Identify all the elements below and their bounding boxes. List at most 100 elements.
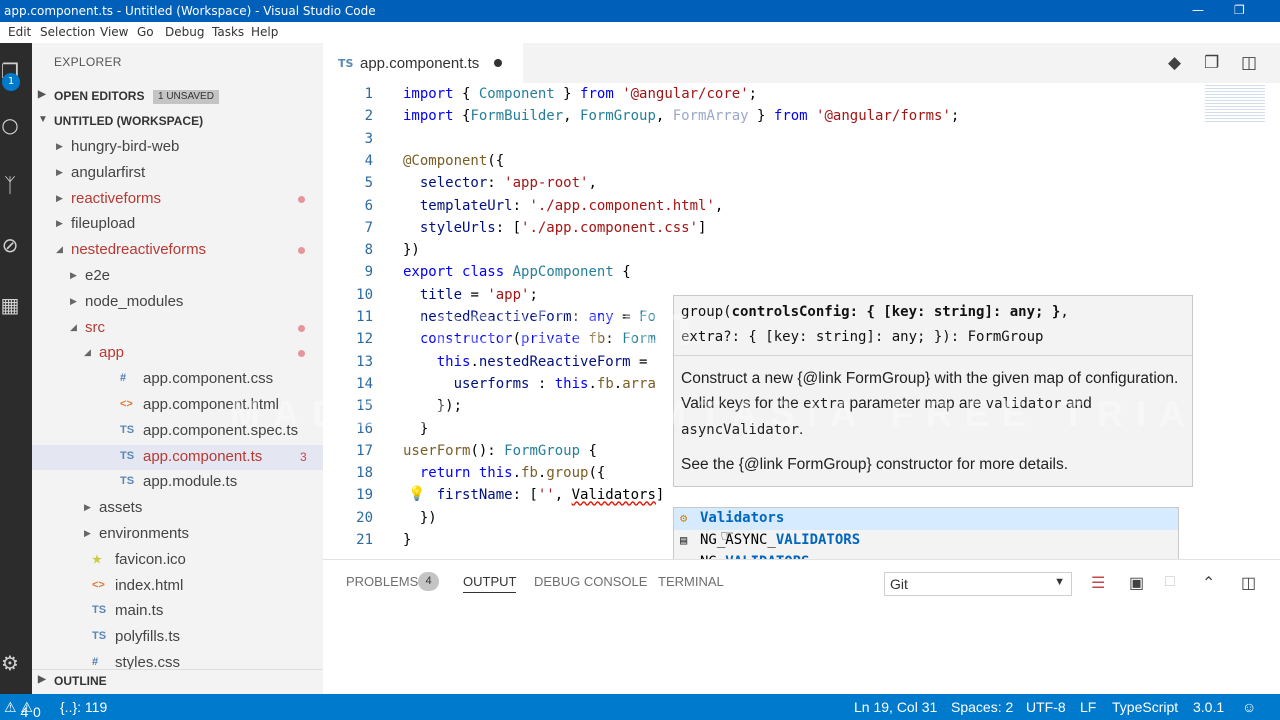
tree-folder[interactable]: ◢ src: [32, 316, 323, 341]
dirty-indicator-icon[interactable]: [494, 59, 502, 67]
search-icon[interactable]: ○: [0, 113, 20, 139]
suggestion-item[interactable]: ▤ NG_ASYNC_VALIDATORS: [674, 530, 1178, 552]
tree-folder[interactable]: ▶ e2e: [32, 264, 323, 289]
tree-file[interactable]: TS main.ts: [32, 599, 323, 624]
tab-problems[interactable]: PROBLEMS: [346, 574, 418, 589]
line-number: 13: [356, 353, 373, 370]
code-line[interactable]: import {FormBuilder, FormGroup, FormArra…: [403, 108, 959, 124]
workspace-label: UNTITLED (WORKSPACE): [54, 114, 204, 128]
file-type-icon: #: [120, 372, 127, 385]
tree-folder[interactable]: ◢ nestedreactiveforms: [32, 238, 323, 263]
lock-icon[interactable]: ▣: [1129, 573, 1144, 593]
open-changes-icon[interactable]: ◆: [1168, 53, 1181, 73]
cursor-position[interactable]: Ln 19, Col 31: [854, 699, 937, 715]
language-mode[interactable]: TypeScript: [1112, 699, 1178, 715]
menu-debug[interactable]: Debug: [165, 25, 204, 39]
split-editor-icon[interactable]: ◫: [1241, 53, 1257, 73]
tree-item-label: app: [99, 344, 125, 362]
workspace-section[interactable]: ▼ UNTITLED (WORKSPACE): [32, 110, 323, 132]
tree-file[interactable]: TS app.component.ts 3: [32, 444, 323, 470]
tree-item-label: app.component.css: [143, 370, 274, 388]
problems-status[interactable]: ⚠ 4 ⚠ 0: [4, 699, 41, 720]
settings-icon[interactable]: ⚙: [0, 651, 20, 677]
tree-file[interactable]: <> index.html: [32, 574, 323, 599]
code-line[interactable]: @Component({: [403, 153, 504, 169]
indentation[interactable]: Spaces: 2: [951, 699, 1013, 715]
code-line[interactable]: }): [403, 510, 437, 526]
tree-folder[interactable]: ▶ hungry-bird-web: [32, 135, 323, 160]
tree-file[interactable]: TS app.module.ts: [32, 470, 323, 495]
tree-folder[interactable]: ◢ app: [32, 341, 323, 366]
open-editors-section[interactable]: ▶ OPEN EDITORS 1 UNSAVED: [32, 85, 323, 107]
tree-item-label: e2e: [85, 267, 111, 284]
minimize-icon[interactable]: —: [1192, 3, 1204, 17]
tab-output[interactable]: OUTPUT: [463, 574, 517, 593]
tab-app-component-ts[interactable]: TS app.component.ts: [323, 43, 523, 83]
chevron-down-icon: ◢: [84, 347, 91, 358]
tree-item-label: index.html: [115, 576, 184, 594]
encoding[interactable]: UTF-8: [1026, 699, 1066, 715]
tab-terminal[interactable]: TERMINAL: [658, 574, 724, 589]
minimap[interactable]: [1205, 83, 1265, 123]
scope-indicator[interactable]: {..}: 119: [60, 699, 107, 715]
preview-icon[interactable]: ❐: [1204, 53, 1219, 73]
menu-edit[interactable]: Edit: [8, 25, 31, 39]
tree-folder[interactable]: ▶ angularfirst: [32, 161, 323, 186]
chevron-right-icon: ▶: [84, 528, 91, 538]
code-line[interactable]: export class AppComponent {: [403, 264, 631, 280]
tree-folder[interactable]: ▶ environments: [32, 522, 323, 547]
code-line[interactable]: import { Component } from '@angular/core…: [403, 86, 757, 102]
file-type-icon: TS: [92, 604, 107, 617]
modified-dot-icon: [298, 247, 305, 255]
chevron-right-icon: ▶: [56, 166, 63, 177]
maximize-panel-icon[interactable]: ⌃: [1202, 573, 1215, 593]
chevron-down-icon: ◢: [70, 321, 77, 332]
code-line[interactable]: userforms : this.fb.arra: [403, 376, 656, 392]
suggestion-item[interactable]: ⚙ Validators: [674, 508, 1178, 530]
menu-view[interactable]: View: [100, 25, 128, 39]
class-icon: ⚙: [680, 511, 688, 525]
extensions-icon[interactable]: ▦: [0, 293, 20, 319]
line-number: 14: [356, 375, 373, 392]
code-line[interactable]: userForm(): FormGroup {: [403, 443, 597, 459]
typescript-version[interactable]: 3.0.1: [1193, 699, 1224, 715]
close-panel-icon[interactable]: ◫: [1241, 573, 1256, 593]
code-line[interactable]: return this.fb.group({: [403, 465, 605, 481]
tree-file[interactable]: ★ favicon.ico: [32, 548, 323, 573]
menu-selection[interactable]: Selection: [40, 25, 95, 39]
clear-output-icon[interactable]: ☰: [1091, 573, 1105, 593]
code-line[interactable]: }: [403, 532, 411, 548]
code-line[interactable]: templateUrl: './app.component.html',: [403, 198, 723, 214]
menu-tasks[interactable]: Tasks: [212, 25, 244, 39]
chevron-right-icon: ▶: [38, 674, 46, 685]
tree-file[interactable]: TS polyfills.ts: [32, 625, 323, 650]
tree-folder[interactable]: ▶ node_modules: [32, 290, 323, 315]
chevron-right-icon: ▶: [70, 295, 77, 306]
tab-debug-console[interactable]: DEBUG CONSOLE: [534, 574, 647, 589]
output-channel-select[interactable]: Git ▼: [884, 572, 1072, 596]
source-control-icon[interactable]: ᛉ: [0, 173, 20, 199]
tree-folder[interactable]: ▶ assets: [32, 496, 323, 521]
window-title: app.component.ts - Untitled (Workspace) …: [4, 4, 376, 18]
lightbulb-icon[interactable]: 💡: [408, 486, 425, 502]
outline-section[interactable]: ▶ OUTLINE: [32, 669, 323, 692]
code-line[interactable]: selector: 'app-root',: [403, 175, 597, 191]
code-line[interactable]: firstName: ['', Validators]: [403, 487, 665, 503]
parameter-hint-widget: group(controlsConfig: { [key: string]: a…: [673, 295, 1193, 487]
tree-item-label: environments: [99, 525, 190, 542]
file-type-icon: <>: [92, 578, 105, 591]
tree-file[interactable]: # app.component.css: [32, 367, 323, 392]
line-ending[interactable]: LF: [1080, 699, 1096, 715]
restore-icon[interactable]: ❐: [1234, 3, 1245, 17]
code-line[interactable]: }): [403, 242, 420, 258]
tree-folder[interactable]: ▶ reactiveforms: [32, 187, 323, 212]
open-log-icon[interactable]: □: [1165, 573, 1175, 591]
menu-help[interactable]: Help: [251, 25, 278, 39]
debug-icon[interactable]: ⊘: [0, 233, 20, 259]
line-number: 5: [364, 175, 373, 192]
menu-go[interactable]: Go: [137, 25, 154, 39]
tree-folder[interactable]: ▶ fileupload: [32, 212, 323, 237]
code-line[interactable]: styleUrls: ['./app.component.css']: [403, 220, 707, 236]
chevron-right-icon: ▶: [84, 502, 91, 513]
feedback-icon[interactable]: ☺: [1242, 699, 1256, 715]
